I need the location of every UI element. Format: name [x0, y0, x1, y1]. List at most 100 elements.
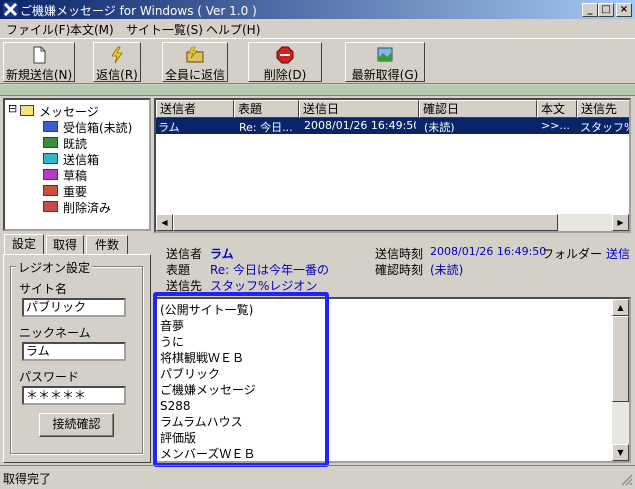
table-row[interactable]: ラム Re: 今日... 2008/01/26 16:49:50 (未読) >>… — [156, 118, 629, 134]
tree-item-read[interactable]: 既読 — [43, 134, 151, 151]
nickname-label: ニックネーム — [19, 326, 91, 340]
body-line: 将棋観戦ＷＥＢ — [160, 351, 245, 365]
tree-item-outbox[interactable]: 送信箱 — [43, 150, 151, 167]
tree-root[interactable]: ⊟ メッセージ — [8, 102, 148, 119]
scroll-up-icon[interactable]: ▲ — [612, 299, 629, 316]
delete-label: 削除(D) — [263, 68, 307, 82]
password-label: パスワード — [19, 370, 80, 384]
column-header-confirmed[interactable]: 確認日 — [419, 100, 537, 118]
tab-count[interactable]: 件数 — [86, 235, 128, 255]
minimize-button[interactable]: _ — [582, 3, 598, 17]
reply-all-button[interactable]: 全員に返信 — [162, 42, 228, 82]
cell-body: >>... — [541, 119, 570, 132]
column-header-recipient[interactable]: 送信先 — [577, 100, 629, 118]
folder-value: 送信 — [606, 247, 631, 261]
reply-button[interactable]: 返信(R) — [93, 42, 141, 82]
sender-label: 送信者 — [166, 247, 203, 261]
collapse-icon[interactable]: ⊟ — [8, 102, 17, 115]
folder-icon — [43, 185, 58, 196]
scroll-left-icon[interactable]: ◀ — [156, 214, 173, 231]
new-send-label: 新規送信(N) — [5, 68, 73, 82]
lightning-reply-icon — [111, 46, 123, 64]
body-line: パブリック — [160, 367, 221, 381]
tree-item-deleted[interactable]: 削除済み — [43, 198, 151, 215]
sender-value: ラム — [210, 247, 234, 261]
folder-icon — [43, 201, 58, 212]
maximize-button[interactable]: □ — [598, 3, 614, 17]
menu-file[interactable]: ファイル(F) — [6, 21, 70, 38]
folder-label: フォルダー — [542, 247, 603, 261]
site-name-label: サイト名 — [19, 282, 68, 296]
folder-icon — [43, 121, 58, 132]
stop-sign-icon — [276, 46, 294, 64]
reply-all-icon — [186, 46, 204, 63]
subject-value: Re: 今日は今年一番の — [210, 263, 330, 277]
scroll-thumb[interactable] — [612, 316, 629, 402]
folder-icon — [43, 153, 58, 164]
folder-open-icon — [20, 105, 34, 116]
confirm-time-value: (未読) — [430, 263, 464, 277]
body-line: うに — [160, 335, 185, 349]
folder-icon — [43, 137, 58, 148]
reply-all-label: 全員に返信 — [164, 68, 225, 82]
tree-item-drafts[interactable]: 草稿 — [43, 166, 151, 183]
cell-subject: Re: 今日... — [239, 121, 293, 134]
body-line: 評価版 — [160, 431, 197, 445]
sent-time-label: 送信時刻 — [375, 247, 424, 261]
folder-tree: ⊟ メッセージ 受信箱(未読) 既読 送信箱 草稿 重要 削除済み — [3, 98, 151, 231]
close-button[interactable]: × — [616, 3, 632, 17]
column-header-subject[interactable]: 表題 — [234, 100, 299, 118]
fetch-label: 最新取得(G) — [351, 68, 419, 82]
body-line: メンバーズＷＥＢ — [160, 447, 256, 461]
nickname-field[interactable]: ラム — [22, 342, 126, 361]
new-document-icon — [33, 46, 46, 64]
fetch-icon — [377, 47, 393, 62]
status-text: 取得完了 — [3, 472, 52, 486]
scroll-right-icon[interactable]: ▶ — [612, 214, 629, 231]
cell-sender: ラム — [158, 121, 180, 134]
site-name-field[interactable]: パブリック — [22, 298, 126, 317]
cell-sent: 2008/01/26 16:49:50 — [304, 119, 416, 132]
tree-item-inbox[interactable]: 受信箱(未読) — [43, 118, 151, 135]
scroll-thumb[interactable] — [173, 214, 558, 231]
new-send-button[interactable]: 新規送信(N) — [3, 42, 75, 82]
menu-site-list[interactable]: サイト一覧(S) — [126, 21, 203, 38]
tree-item-label: 削除済み — [63, 201, 112, 215]
recipient-value: スタッフ%レジオン — [210, 279, 318, 293]
toolbar: 新規送信(N) 返信(R) 全員に返信 削除(D) 最新取得(G) — [0, 38, 635, 84]
delete-button[interactable]: 削除(D) — [248, 42, 322, 82]
tab-fetch[interactable]: 取得 — [46, 235, 84, 255]
recipient-label: 送信先 — [166, 279, 203, 293]
scroll-down-icon[interactable]: ▼ — [612, 444, 629, 461]
fetch-latest-button[interactable]: 最新取得(G) — [345, 42, 425, 82]
tab-settings[interactable]: 設定 — [4, 234, 44, 255]
title-bar[interactable]: ご機嫌メッセージ for Windows ( Ver 1.0 ) _ □ × — [0, 0, 635, 19]
column-header-body[interactable]: 本文 — [537, 100, 577, 118]
message-body[interactable]: (公開サイト一覧) 音夢 うに 将棋観戦ＷＥＢ パブリック ご機嫌メッセージ S… — [154, 297, 631, 463]
vertical-scrollbar[interactable]: ▲ ▼ — [612, 299, 629, 461]
menu-body[interactable]: 本文(M) — [70, 21, 114, 38]
body-line: 音夢 — [160, 319, 185, 333]
resize-grip-icon[interactable] — [621, 474, 633, 486]
column-header-sender[interactable]: 送信者 — [156, 100, 234, 118]
tree-item-important[interactable]: 重要 — [43, 182, 151, 199]
cell-confirmed: (未読) — [424, 121, 455, 134]
sent-time-value: 2008/01/26 16:49:50 — [430, 245, 547, 258]
password-field[interactable]: ＊＊＊＊＊ — [22, 386, 126, 405]
menu-bar: ファイル(F) 本文(M) サイト一覧(S) ヘルプ(H) — [0, 19, 635, 38]
cell-recipient: スタッフ%レ — [580, 121, 629, 134]
column-header-sent[interactable]: 送信日 — [299, 100, 419, 118]
body-line: (公開サイト一覧) — [160, 303, 254, 317]
app-icon — [3, 2, 18, 17]
status-bar: 取得完了 — [0, 465, 635, 489]
body-line: ご機嫌メッセージ — [160, 383, 256, 397]
menu-help[interactable]: ヘルプ(H) — [206, 21, 260, 38]
group-title: レジオン設定 — [16, 259, 93, 276]
subject-label: 表題 — [166, 263, 191, 277]
toolbar-strip — [0, 85, 635, 96]
body-line: S288 — [160, 399, 191, 413]
connect-check-button[interactable]: 接続確認 — [39, 413, 114, 437]
message-list: 送信者 表題 送信日 確認日 本文 送信先 ラム Re: 今日... 2008/… — [154, 98, 631, 233]
horizontal-scrollbar[interactable]: ◀ ▶ — [156, 214, 629, 231]
body-line: ラムラムハウス — [160, 415, 243, 429]
